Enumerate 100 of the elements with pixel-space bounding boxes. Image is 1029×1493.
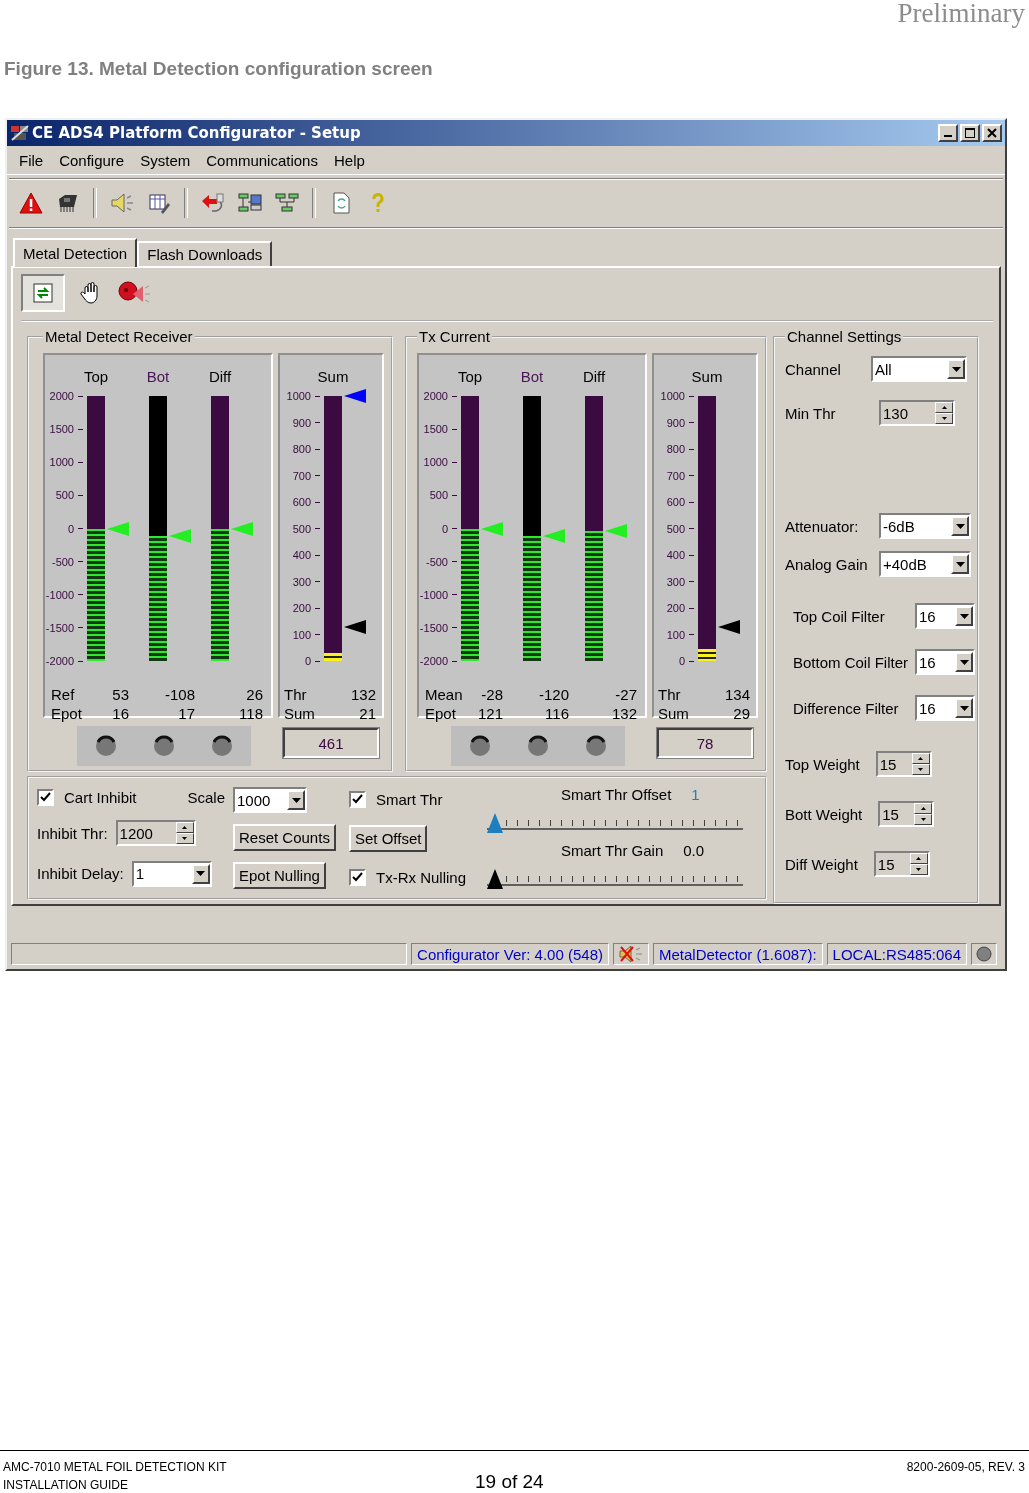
down-arrow-icon bbox=[941, 417, 947, 420]
push-button[interactable]: Reset Counts bbox=[233, 824, 336, 851]
scale-tick-label: -1500 bbox=[45, 621, 83, 634]
refresh-button[interactable] bbox=[21, 274, 65, 312]
scale-tick-label: 700 bbox=[292, 469, 320, 482]
spin-up-button[interactable] bbox=[175, 822, 194, 834]
minimize-button[interactable] bbox=[938, 124, 958, 142]
scale-tick-label: -2000 bbox=[45, 655, 83, 667]
status-light-icon bbox=[976, 946, 992, 962]
menu-item[interactable]: Communications bbox=[198, 151, 326, 169]
scale-tick-label: 900 bbox=[292, 416, 320, 429]
arrow-cable-icon[interactable] bbox=[201, 191, 225, 215]
tab[interactable]: Metal Detection bbox=[13, 238, 138, 267]
field-label: Inhibit Delay: bbox=[37, 865, 124, 883]
scale-tick-label: 700 bbox=[666, 469, 694, 482]
reading-label: Thr bbox=[284, 685, 308, 704]
field-label: Inhibit Thr: bbox=[37, 825, 108, 842]
dropdown[interactable]: +40dB bbox=[879, 551, 971, 577]
meter-label: Bot bbox=[519, 367, 545, 387]
reading-label: Sum bbox=[284, 704, 316, 723]
meter-label: Sum bbox=[316, 367, 350, 387]
checkbox-label[interactable]: Cart Inhibit bbox=[64, 789, 137, 807]
dropdown[interactable]: 16 bbox=[915, 649, 975, 675]
scale-tick-label: 200 bbox=[292, 602, 320, 614]
tab[interactable]: Flash Downloads bbox=[137, 241, 273, 266]
menu-item[interactable]: System bbox=[132, 151, 199, 169]
knob-icon[interactable] bbox=[153, 735, 175, 757]
spin-down-button[interactable] bbox=[909, 864, 928, 875]
spin-field[interactable]: 130 bbox=[879, 400, 955, 426]
checkbox[interactable] bbox=[349, 790, 366, 808]
scale-tick-label: 1500 bbox=[49, 423, 83, 436]
spin-up-button[interactable] bbox=[935, 402, 953, 413]
knob-icon[interactable] bbox=[527, 735, 549, 757]
caret-icon bbox=[959, 659, 969, 665]
field-label: Diff Weight bbox=[785, 855, 858, 873]
dropdown[interactable]: 16 bbox=[915, 603, 975, 629]
spin-field[interactable]: 15 bbox=[875, 751, 932, 777]
menu-item[interactable]: File bbox=[11, 151, 52, 169]
caret-icon bbox=[959, 705, 969, 711]
knob-icon[interactable] bbox=[95, 735, 117, 757]
network-icon[interactable] bbox=[275, 191, 299, 215]
meter-label: Sum bbox=[690, 367, 724, 387]
reading-value: 26 bbox=[245, 685, 263, 704]
dropdown[interactable]: 16 bbox=[915, 695, 975, 721]
window-title: CE ADS4 Platform Configurator - Setup bbox=[32, 124, 361, 142]
dropdown[interactable]: 1 bbox=[131, 860, 212, 887]
caret-icon bbox=[291, 797, 301, 803]
knob-icon[interactable] bbox=[469, 735, 491, 757]
spin-field[interactable]: 1200 bbox=[115, 820, 196, 847]
field-label: Bott Weight bbox=[785, 805, 863, 823]
dropdown[interactable]: 1000 bbox=[233, 787, 307, 814]
reading-value: -27 bbox=[614, 685, 637, 704]
network-computer-icon[interactable] bbox=[238, 191, 262, 215]
field-label: Top Coil Filter bbox=[793, 607, 885, 625]
spin-down-button[interactable] bbox=[914, 814, 933, 825]
scale-tick-label: 2000 bbox=[423, 390, 457, 402]
spin-up-button[interactable] bbox=[909, 853, 928, 864]
close-button[interactable] bbox=[982, 124, 1002, 142]
scale-tick-label: 0 bbox=[441, 522, 457, 535]
table-edit-icon[interactable] bbox=[147, 191, 171, 215]
dropdown[interactable]: All bbox=[871, 356, 967, 382]
menu-item[interactable]: Configure bbox=[51, 151, 133, 169]
status-text: Configurator Ver: 4.00 (548) bbox=[411, 943, 609, 965]
field-label: Top Weight bbox=[785, 755, 860, 773]
spin-down-button[interactable] bbox=[175, 833, 194, 845]
scale-tick-label: 500 bbox=[429, 489, 457, 502]
checkbox-label[interactable]: Tx-Rx Nulling bbox=[376, 868, 466, 886]
up-arrow-icon bbox=[182, 826, 188, 830]
knob-icon[interactable] bbox=[585, 735, 607, 757]
slider-thumb[interactable] bbox=[487, 868, 503, 889]
maximize-button[interactable] bbox=[960, 124, 980, 142]
scale-tick-label: 300 bbox=[292, 575, 320, 588]
reading-value: 132 bbox=[349, 685, 376, 704]
push-button[interactable]: Set Offset bbox=[349, 824, 428, 852]
menu-item[interactable]: Help bbox=[325, 151, 373, 169]
reading-value: -108 bbox=[163, 685, 195, 704]
knob-icon[interactable] bbox=[211, 735, 233, 757]
checkbox[interactable] bbox=[37, 789, 54, 807]
push-button[interactable]: Epot Nulling bbox=[233, 861, 326, 889]
up-arrow-icon bbox=[920, 807, 926, 810]
field-label: Difference Filter bbox=[793, 699, 899, 717]
scale-tick-label: -500 bbox=[51, 555, 83, 568]
spin-field[interactable]: 15 bbox=[873, 851, 930, 877]
meter-label: Diff bbox=[581, 367, 607, 387]
checkbox[interactable] bbox=[349, 868, 366, 886]
group-title: Tx Current bbox=[418, 328, 491, 345]
warning-icon[interactable] bbox=[19, 191, 43, 215]
reading-value: 116 bbox=[544, 704, 569, 723]
spin-up-button[interactable] bbox=[911, 753, 930, 764]
scale-tick-label: 500 bbox=[666, 522, 694, 535]
checkbox-label[interactable]: Smart Thr bbox=[376, 790, 443, 808]
spin-up-button[interactable] bbox=[914, 803, 933, 814]
spin-field[interactable]: 15 bbox=[878, 801, 935, 827]
minimize-icon bbox=[944, 135, 952, 137]
meter-label: Top bbox=[82, 367, 110, 387]
spin-down-button[interactable] bbox=[935, 413, 953, 424]
spin-down-button[interactable] bbox=[911, 764, 930, 775]
reading-value: 134 bbox=[723, 685, 750, 704]
dropdown[interactable]: -6dB bbox=[879, 513, 971, 539]
slider-thumb[interactable] bbox=[487, 812, 503, 833]
